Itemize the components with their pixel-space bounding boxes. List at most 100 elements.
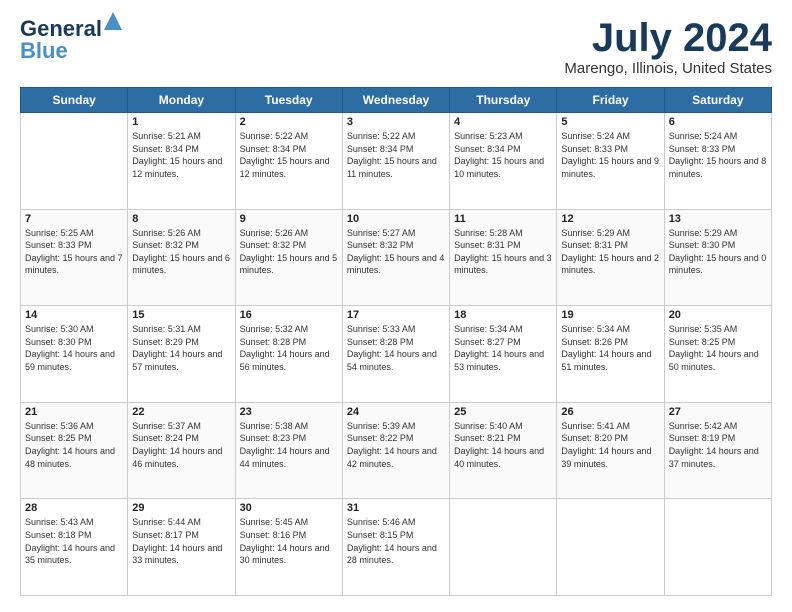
calendar-week-4: 21 Sunrise: 5:36 AMSunset: 8:25 PMDayligh… — [21, 402, 772, 499]
day-info: Sunrise: 5:37 AMSunset: 8:24 PMDaylight:… — [132, 421, 222, 469]
calendar-cell: 14Sunrise: 5:30 AMSunset: 8:30 PMDayligh… — [21, 306, 128, 403]
day-info: Sunrise: 5:24 AMSunset: 8:33 PMDaylight:… — [561, 131, 659, 179]
day-number: 6 — [669, 116, 767, 128]
day-number: 11 — [454, 213, 552, 225]
header-sunday: Sunday — [21, 88, 128, 113]
day-number: 17 — [347, 309, 445, 321]
calendar-cell: 7 Sunrise: 5:25 AMSunset: 8:33 PMDaylight… — [21, 209, 128, 306]
header: General Blue July 2024 Marengo, Illinois… — [20, 16, 772, 77]
day-info: Sunrise: 5:42 AMSunset: 8:19 PMDaylight:… — [669, 421, 759, 469]
calendar-cell: 2 Sunrise: 5:22 AMSunset: 8:34 PMDaylight… — [235, 113, 342, 210]
day-info: Sunrise: 5:22 AMSunset: 8:34 PMDaylight:… — [240, 131, 330, 179]
day-number: 31 — [347, 502, 445, 514]
day-info: Sunrise: 5:21 AMSunset: 8:34 PMDaylight:… — [132, 131, 222, 179]
day-info: Sunrise: 5:36 AMSunset: 8:25 PMDaylight:… — [25, 421, 115, 469]
calendar-cell: 4 Sunrise: 5:23 AMSunset: 8:34 PMDaylight… — [450, 113, 557, 210]
day-info: Sunrise: 5:40 AMSunset: 8:21 PMDaylight:… — [454, 421, 544, 469]
location: Marengo, Illinois, United States — [564, 60, 772, 77]
day-info: Sunrise: 5:25 AMSunset: 8:33 PMDaylight:… — [25, 228, 123, 276]
day-number: 7 — [25, 213, 123, 225]
header-tuesday: Tuesday — [235, 88, 342, 113]
day-number: 10 — [347, 213, 445, 225]
calendar-week-5: 28Sunrise: 5:43 AMSunset: 8:18 PMDayligh… — [21, 499, 772, 596]
header-wednesday: Wednesday — [342, 88, 449, 113]
day-number: 1 — [132, 116, 230, 128]
day-number: 22 — [132, 406, 230, 418]
calendar-cell: 22 Sunrise: 5:37 AMSunset: 8:24 PMDayligh… — [128, 402, 235, 499]
day-info: Sunrise: 5:33 AMSunset: 8:28 PMDaylight:… — [347, 324, 437, 372]
calendar-week-2: 7 Sunrise: 5:25 AMSunset: 8:33 PMDaylight… — [21, 209, 772, 306]
logo-triangle-icon — [104, 12, 122, 30]
day-info: Sunrise: 5:35 AMSunset: 8:25 PMDaylight:… — [669, 324, 759, 372]
calendar-cell: 11 Sunrise: 5:28 AMSunset: 8:31 PMDayligh… — [450, 209, 557, 306]
calendar-cell: 19Sunrise: 5:34 AMSunset: 8:26 PMDayligh… — [557, 306, 664, 403]
calendar-cell: 15 Sunrise: 5:31 AMSunset: 8:29 PMDayligh… — [128, 306, 235, 403]
day-number: 25 — [454, 406, 552, 418]
calendar-cell — [664, 499, 771, 596]
calendar-cell: 3Sunrise: 5:22 AMSunset: 8:34 PMDaylight… — [342, 113, 449, 210]
day-info: Sunrise: 5:30 AMSunset: 8:30 PMDaylight:… — [25, 324, 115, 372]
day-info: Sunrise: 5:26 AMSunset: 8:32 PMDaylight:… — [132, 228, 230, 276]
day-number: 29 — [132, 502, 230, 514]
month-year: July 2024 — [564, 16, 772, 60]
logo: General Blue — [20, 16, 102, 64]
day-number: 30 — [240, 502, 338, 514]
day-info: Sunrise: 5:41 AMSunset: 8:20 PMDaylight:… — [561, 421, 651, 469]
day-number: 28 — [25, 502, 123, 514]
calendar-cell: 28Sunrise: 5:43 AMSunset: 8:18 PMDayligh… — [21, 499, 128, 596]
day-number: 27 — [669, 406, 767, 418]
day-info: Sunrise: 5:34 AMSunset: 8:26 PMDaylight:… — [561, 324, 651, 372]
weekday-header-row: Sunday Monday Tuesday Wednesday Thursday… — [21, 88, 772, 113]
day-number: 15 — [132, 309, 230, 321]
day-info: Sunrise: 5:24 AMSunset: 8:33 PMDaylight:… — [669, 131, 767, 179]
day-number: 23 — [240, 406, 338, 418]
calendar-cell — [557, 499, 664, 596]
day-info: Sunrise: 5:28 AMSunset: 8:31 PMDaylight:… — [454, 228, 552, 276]
calendar-cell: 12Sunrise: 5:29 AMSunset: 8:31 PMDayligh… — [557, 209, 664, 306]
day-info: Sunrise: 5:44 AMSunset: 8:17 PMDaylight:… — [132, 517, 222, 565]
day-info: Sunrise: 5:46 AMSunset: 8:15 PMDaylight:… — [347, 517, 437, 565]
logo-general: General — [20, 16, 102, 41]
calendar-cell: 26 Sunrise: 5:41 AMSunset: 8:20 PMDayligh… — [557, 402, 664, 499]
day-number: 18 — [454, 309, 552, 321]
calendar-week-1: 1 Sunrise: 5:21 AMSunset: 8:34 PMDaylight… — [21, 113, 772, 210]
day-number: 26 — [561, 406, 659, 418]
day-info: Sunrise: 5:38 AMSunset: 8:23 PMDaylight:… — [240, 421, 330, 469]
calendar-week-3: 14Sunrise: 5:30 AMSunset: 8:30 PMDayligh… — [21, 306, 772, 403]
calendar-cell: 20 Sunrise: 5:35 AMSunset: 8:25 PMDayligh… — [664, 306, 771, 403]
day-info: Sunrise: 5:31 AMSunset: 8:29 PMDaylight:… — [132, 324, 222, 372]
calendar-cell: 8Sunrise: 5:26 AMSunset: 8:32 PMDaylight… — [128, 209, 235, 306]
header-monday: Monday — [128, 88, 235, 113]
day-number: 20 — [669, 309, 767, 321]
day-info: Sunrise: 5:29 AMSunset: 8:30 PMDaylight:… — [669, 228, 767, 276]
calendar-cell: 25 Sunrise: 5:40 AMSunset: 8:21 PMDayligh… — [450, 402, 557, 499]
day-number: 4 — [454, 116, 552, 128]
day-number: 2 — [240, 116, 338, 128]
header-friday: Friday — [557, 88, 664, 113]
day-info: Sunrise: 5:34 AMSunset: 8:27 PMDaylight:… — [454, 324, 544, 372]
day-number: 24 — [347, 406, 445, 418]
calendar-cell: 17 Sunrise: 5:33 AMSunset: 8:28 PMDayligh… — [342, 306, 449, 403]
calendar-cell: 13 Sunrise: 5:29 AMSunset: 8:30 PMDayligh… — [664, 209, 771, 306]
calendar-cell: 24 Sunrise: 5:39 AMSunset: 8:22 PMDayligh… — [342, 402, 449, 499]
day-info: Sunrise: 5:32 AMSunset: 8:28 PMDaylight:… — [240, 324, 330, 372]
calendar-cell — [21, 113, 128, 210]
header-saturday: Saturday — [664, 88, 771, 113]
day-info: Sunrise: 5:39 AMSunset: 8:22 PMDaylight:… — [347, 421, 437, 469]
calendar-cell: 31 Sunrise: 5:46 AMSunset: 8:15 PMDayligh… — [342, 499, 449, 596]
calendar-cell: 1 Sunrise: 5:21 AMSunset: 8:34 PMDaylight… — [128, 113, 235, 210]
day-info: Sunrise: 5:23 AMSunset: 8:34 PMDaylight:… — [454, 131, 544, 179]
calendar-cell: 18 Sunrise: 5:34 AMSunset: 8:27 PMDayligh… — [450, 306, 557, 403]
day-number: 13 — [669, 213, 767, 225]
day-info: Sunrise: 5:27 AMSunset: 8:32 PMDaylight:… — [347, 228, 445, 276]
day-number: 5 — [561, 116, 659, 128]
calendar-cell: 23 Sunrise: 5:38 AMSunset: 8:23 PMDayligh… — [235, 402, 342, 499]
calendar-cell: 5 Sunrise: 5:24 AMSunset: 8:33 PMDaylight… — [557, 113, 664, 210]
day-number: 21 — [25, 406, 123, 418]
day-info: Sunrise: 5:45 AMSunset: 8:16 PMDaylight:… — [240, 517, 330, 565]
calendar-cell: 16Sunrise: 5:32 AMSunset: 8:28 PMDayligh… — [235, 306, 342, 403]
calendar-cell: 10 Sunrise: 5:27 AMSunset: 8:32 PMDayligh… — [342, 209, 449, 306]
day-number: 12 — [561, 213, 659, 225]
day-number: 9 — [240, 213, 338, 225]
day-number: 3 — [347, 116, 445, 128]
